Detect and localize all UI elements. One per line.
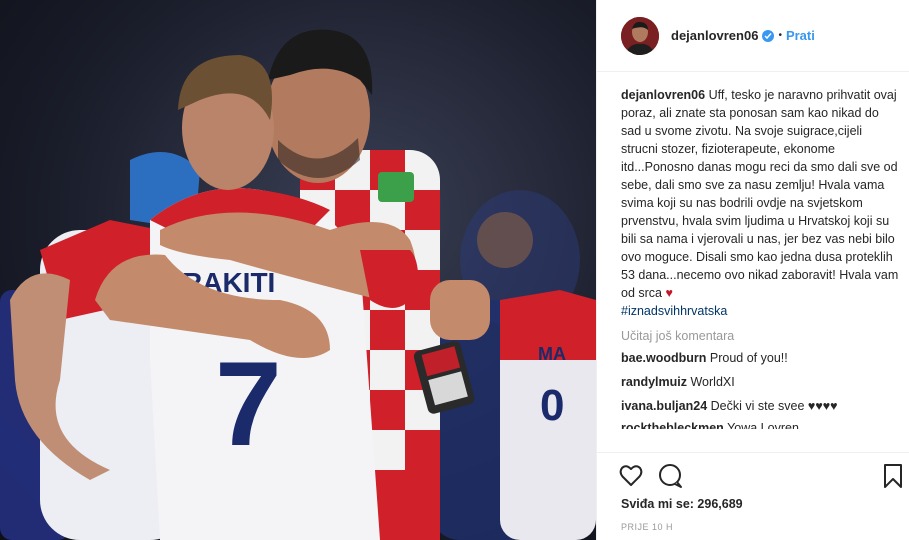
caption-text: Uff, tesko je naravno prihvatit ovaj por… xyxy=(621,88,899,300)
comment-item: rockthebleckmen Yowa Lovren xyxy=(621,419,901,429)
avatar[interactable] xyxy=(621,16,659,55)
action-icons xyxy=(619,463,909,489)
comment-username[interactable]: bae.woodburn xyxy=(621,351,706,365)
photo-illustration: 0 MA 5 xyxy=(0,29,596,540)
header-username[interactable]: dejanlovren06 xyxy=(671,28,758,43)
post-timestamp: PRIJE 10 H xyxy=(621,522,674,532)
comment-bubble-icon[interactable] xyxy=(659,464,682,488)
likes-count[interactable]: Sviđa mi se: 296,689 xyxy=(621,497,743,511)
comment-username[interactable]: rockthebleckmen xyxy=(621,421,724,429)
comment-text: Proud of you!! xyxy=(709,351,788,365)
post-caption: dejanlovren06 Uff, tesko je naravno prih… xyxy=(621,86,901,320)
load-more-comments[interactable]: Učitaj još komentara xyxy=(621,329,901,343)
verified-badge-icon xyxy=(762,29,775,42)
comment-text: WorldXI xyxy=(690,375,735,389)
follow-button[interactable]: Prati xyxy=(786,28,815,43)
like-heart-icon[interactable] xyxy=(619,465,643,486)
comment-text: Yowa Lovren xyxy=(727,421,799,429)
instagram-post: 0 MA 5 xyxy=(0,0,909,540)
save-bookmark-icon[interactable] xyxy=(884,464,902,488)
post-header: dejanlovren06 • Prati xyxy=(597,0,909,72)
action-icons-svg xyxy=(619,464,902,488)
post-actions: Sviđa mi se: 296,689 PRIJE 10 H xyxy=(597,452,909,540)
jersey-number: 7 xyxy=(215,337,282,471)
comment-item: ivana.buljan24 Dečki vi ste svee ♥♥♥♥ xyxy=(621,397,901,415)
comment-username[interactable]: ivana.buljan24 xyxy=(621,399,707,413)
comment-item: bae.woodburn Proud of you!! xyxy=(621,349,901,367)
svg-text:MA: MA xyxy=(538,344,566,364)
avatar-icon xyxy=(621,16,659,55)
caption-hashtag[interactable]: #iznadsvihhrvatska xyxy=(621,304,727,318)
red-heart-icon: ♥ xyxy=(665,286,673,300)
comment-username[interactable]: randylmuiz xyxy=(621,375,687,389)
comment-item: randylmuiz WorldXI xyxy=(621,373,901,391)
svg-text:0: 0 xyxy=(540,381,564,430)
checkmark-icon xyxy=(764,32,772,39)
comments-list: dejanlovren06 Uff, tesko je naravno prih… xyxy=(621,86,901,429)
separator-dot: • xyxy=(778,30,782,41)
post-photo[interactable]: 0 MA 5 xyxy=(0,0,596,540)
post-side-panel: dejanlovren06 • Prati dejanlovren06 Uff,… xyxy=(596,0,909,540)
comment-text: Dečki vi ste svee ♥♥♥♥ xyxy=(710,399,838,413)
caption-username[interactable]: dejanlovren06 xyxy=(621,88,705,102)
